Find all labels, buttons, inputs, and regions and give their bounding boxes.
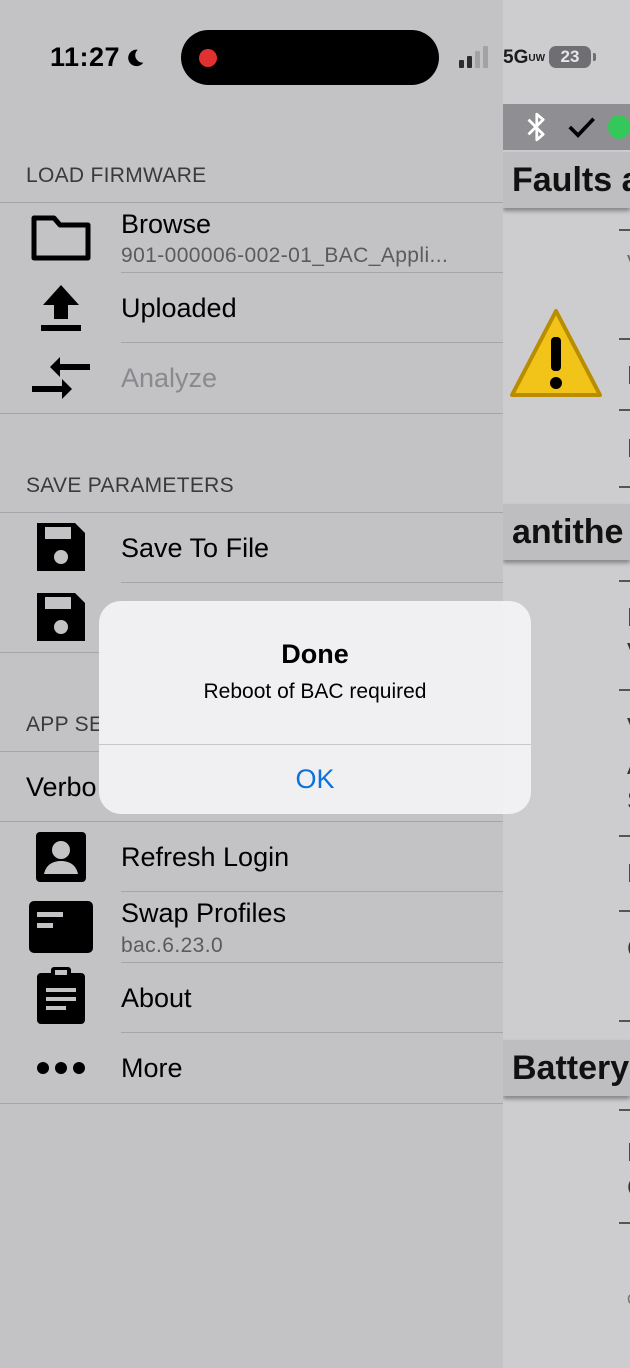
divider	[0, 413, 503, 414]
menu-item-uploaded[interactable]: Uploaded	[0, 273, 503, 343]
alert-title: Done	[281, 639, 349, 669]
folder-icon	[28, 210, 94, 266]
menu-label-analyze: Analyze	[121, 363, 218, 393]
menu-item-analyze[interactable]: Analyze	[0, 343, 503, 413]
section-heading-battery: Battery	[503, 1040, 630, 1096]
menu-item-browse[interactable]: Browse 901-000006-002-01_BAC_Appli...	[0, 203, 503, 273]
account-box-icon	[28, 829, 94, 885]
divider	[0, 1103, 503, 1104]
alert-message: Reboot of BAC required	[203, 680, 427, 703]
section-header-app-settings: APP SE	[26, 713, 104, 736]
menu-label-refresh-login: Refresh Login	[121, 842, 290, 872]
upload-icon	[28, 280, 94, 336]
battery-icon: 23	[549, 46, 596, 68]
menu-item-refresh-login[interactable]: Refresh Login	[0, 822, 503, 892]
section-header-save-parameters: SAVE PARAMETERS	[26, 474, 234, 497]
connection-toolbar	[503, 104, 630, 150]
profile-card-icon	[28, 899, 94, 955]
battery-level: 23	[560, 47, 580, 66]
recording-indicator-icon	[199, 49, 217, 67]
section-heading-antitheft: antithe	[503, 504, 630, 560]
menu-label-browse: Browse	[121, 209, 212, 239]
check-icon	[568, 117, 595, 138]
menu-label-more: More	[121, 1053, 183, 1083]
network-type: 5GUW	[503, 47, 546, 68]
menu-label-about: About	[121, 983, 192, 1013]
menu-label-save-to-file: Save To File	[121, 533, 270, 563]
alert-dialog: Done Reboot of BAC required OK	[99, 601, 531, 814]
floppy-disk-icon	[28, 519, 94, 575]
compare-arrows-icon	[28, 350, 94, 406]
firmware-filename: 901-000006-002-01_BAC_Appli...	[121, 244, 449, 267]
menu-item-swap-profiles[interactable]: Swap Profiles bac.6.23.0	[0, 892, 503, 962]
profile-version: bac.6.23.0	[121, 934, 224, 957]
menu-label-uploaded: Uploaded	[121, 293, 237, 323]
cellular-signal-icon	[459, 46, 488, 68]
connected-dot-icon	[607, 115, 630, 139]
clock-time: 11:27	[50, 42, 121, 72]
floppy-disk-icon	[28, 589, 94, 645]
menu-item-more[interactable]: More	[0, 1033, 503, 1103]
menu-label-verbose: Verbo	[26, 772, 97, 802]
moon-icon	[128, 49, 144, 66]
ok-button[interactable]: OK	[99, 745, 531, 814]
dynamic-island	[181, 30, 439, 85]
menu-label-swap-profiles: Swap Profiles	[121, 898, 287, 928]
warning-icon	[510, 309, 602, 397]
status-bar: 11:27 5GUW 23	[0, 0, 630, 110]
bluetooth-icon[interactable]	[523, 110, 551, 144]
menu-item-about[interactable]: About	[0, 963, 503, 1033]
more-horizontal-icon	[28, 1040, 94, 1096]
section-header-load-firmware: LOAD FIRMWARE	[26, 164, 207, 187]
menu-item-save-to-file[interactable]: Save To File	[0, 513, 503, 583]
clock: 11:27	[50, 42, 146, 73]
clipboard-icon	[28, 967, 94, 1024]
section-heading-faults: Faults a	[503, 152, 630, 208]
